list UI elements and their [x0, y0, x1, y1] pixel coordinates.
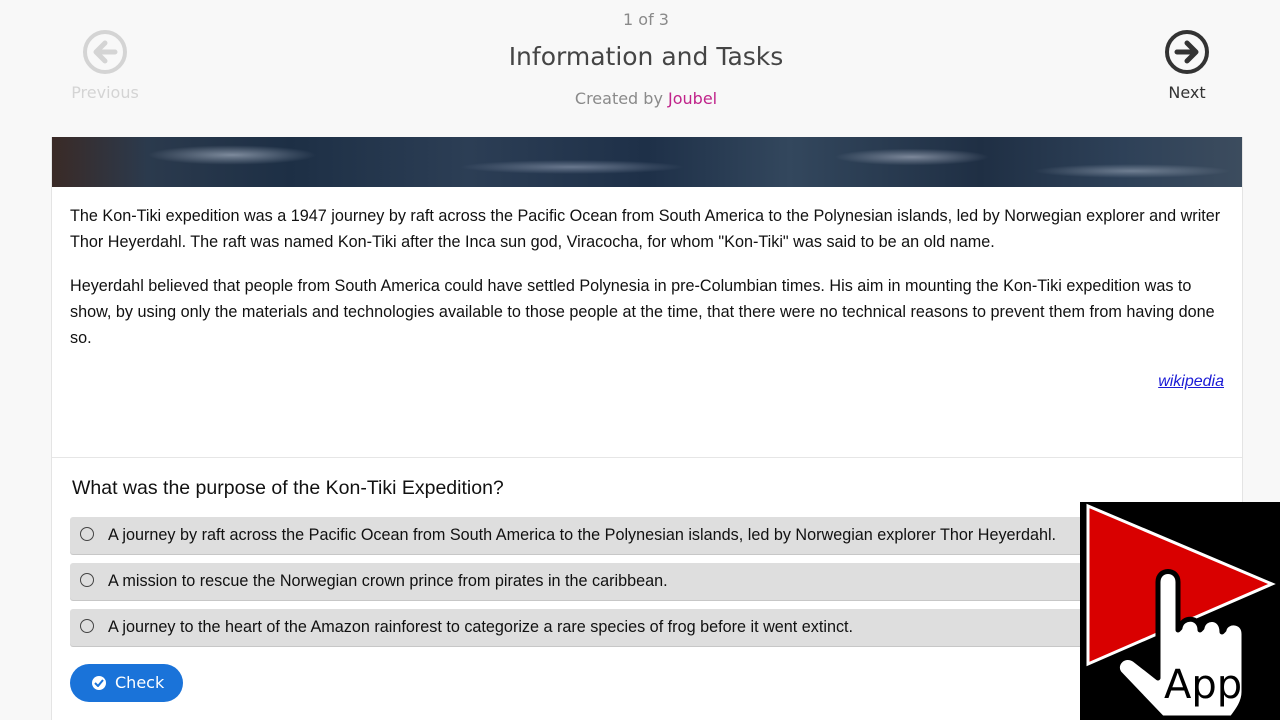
- check-label: Check: [115, 673, 165, 692]
- next-label: Next: [1168, 83, 1206, 102]
- radio-button-icon[interactable]: [80, 573, 94, 587]
- radio-button-icon[interactable]: [80, 527, 94, 541]
- slide-content: The Kon-Tiki expedition was a 1947 journ…: [51, 137, 1243, 720]
- checkmark-circle-icon: [92, 676, 106, 690]
- radio-button-icon[interactable]: [80, 619, 94, 633]
- answer-option-1[interactable]: A journey by raft across the Pacific Oce…: [70, 517, 1242, 554]
- previous-button[interactable]: Previous: [45, 28, 165, 102]
- answer-text: A mission to rescue the Norwegian crown …: [108, 572, 668, 590]
- previous-label: Previous: [71, 83, 139, 102]
- section-divider: [52, 457, 1242, 458]
- article-text: The Kon-Tiki expedition was a 1947 journ…: [70, 203, 1230, 369]
- answer-option-3[interactable]: A journey to the heart of the Amazon rai…: [70, 609, 1242, 646]
- author-link[interactable]: Joubel: [668, 89, 717, 108]
- answer-text: A journey to the heart of the Amazon rai…: [108, 618, 854, 636]
- answer-text: A journey by raft across the Pacific Oce…: [108, 526, 1057, 544]
- article-paragraph: Heyerdahl believed that people from Sout…: [70, 277, 1215, 347]
- answer-option-2[interactable]: A mission to rescue the Norwegian crown …: [70, 563, 1242, 600]
- next-button[interactable]: Next: [1127, 28, 1247, 102]
- kon-tiki-banner-image: [52, 137, 1242, 187]
- source-link[interactable]: wikipedia: [1158, 373, 1224, 391]
- page-title: Information and Tasks: [508, 42, 784, 71]
- created-by-line: Created by Joubel: [0, 89, 1280, 108]
- quiz-question: What was the purpose of the Kon-Tiki Exp…: [72, 477, 504, 499]
- arrow-left-circle-icon: [83, 30, 127, 74]
- created-by-prefix: Created by: [574, 89, 663, 108]
- slide-header: 1 of 3 Information and Tasks Created by …: [0, 0, 1280, 137]
- slide-counter: 1 of 3: [623, 10, 669, 29]
- app-play-badge[interactable]: App: [1080, 502, 1280, 720]
- arrow-right-circle-icon: [1165, 30, 1209, 74]
- check-button[interactable]: Check: [70, 664, 183, 702]
- app-label: App: [1164, 662, 1243, 708]
- article-paragraph: The Kon-Tiki expedition was a 1947 journ…: [70, 207, 1221, 251]
